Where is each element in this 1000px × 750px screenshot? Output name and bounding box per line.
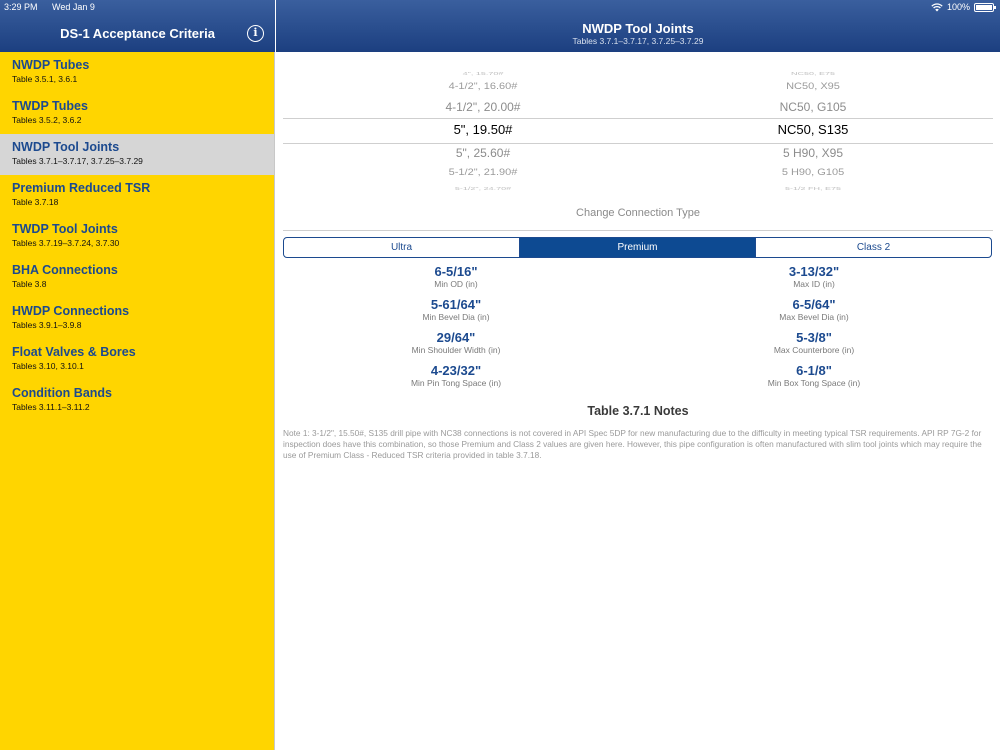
sidebar-item-title: TWDP Tool Joints — [12, 222, 118, 236]
picker-size-option[interactable]: 4-1/2", 20.00# — [393, 100, 573, 114]
picker-size-option[interactable]: 5-1/2", 21.90# — [393, 168, 573, 178]
value-label: Min Box Tong Space (in) — [767, 378, 861, 388]
picker-row[interactable]: 4", 15.70# NC50, E75 — [283, 71, 993, 82]
sidebar-item-title: Premium Reduced TSR — [12, 181, 151, 195]
sidebar-item-subtitle: Tables 3.10, 3.10.1 — [12, 361, 84, 371]
value-min-shoulder-width: 29/64" Min Shoulder Width (in) — [276, 330, 636, 356]
value-label: Min OD (in) — [434, 279, 478, 289]
value-min-od: 6-5/16" Min OD (in) — [276, 264, 636, 290]
wifi-icon — [931, 2, 943, 11]
picker-selection-line-bottom — [283, 143, 993, 144]
value-label: Min Bevel Dia (in) — [422, 312, 490, 322]
status-date: Wed Jan 9 — [52, 2, 95, 12]
size-connection-picker[interactable]: 4", 15.70# NC50, E75 4-1/2", 16.60# NC50… — [283, 66, 993, 192]
value-text: 6-1/8" — [796, 363, 832, 378]
sidebar-item-title: HWDP Connections — [12, 304, 130, 318]
battery-icon — [974, 2, 996, 12]
value-min-pin-tong-space: 4-23/32" Min Pin Tong Space (in) — [276, 363, 636, 389]
value-max-bevel-dia: 6-5/64" Max Bevel Dia (in) — [634, 297, 994, 323]
sidebar-item-title: NWDP Tool Joints — [12, 140, 120, 154]
divider — [283, 230, 993, 231]
picker-row[interactable]: 5", 25.60# 5 H90, X95 — [283, 146, 993, 166]
sidebar-item-twdp-tool-joints[interactable]: TWDP Tool Joints Tables 3.7.19–3.7.24, 3… — [0, 216, 274, 257]
value-text: 6-5/16" — [434, 264, 478, 279]
picker-size-selected[interactable]: 5", 19.50# — [393, 122, 573, 137]
info-icon[interactable]: i — [247, 25, 264, 42]
battery-percent: 100% — [946, 2, 970, 12]
picker-size-option[interactable]: 4-1/2", 16.60# — [393, 82, 573, 92]
picker-connection-option[interactable]: 5 H90, G105 — [723, 168, 903, 178]
picker-size-option[interactable]: 4", 15.70# — [393, 71, 573, 77]
value-text: 29/64" — [436, 330, 476, 345]
segment-premium[interactable]: Premium — [520, 238, 756, 257]
sidebar-item-title: Condition Bands — [12, 386, 112, 400]
picker-selection-line-top — [283, 118, 993, 119]
sidebar-list: NWDP Tubes Table 3.5.1, 3.6.1 TWDP Tubes… — [0, 52, 274, 421]
notes-title: Table 3.7.1 Notes — [587, 404, 689, 418]
picker-connection-option[interactable]: NC50, E75 — [723, 71, 903, 77]
sidebar-item-subtitle: Tables 3.9.1–3.9.8 — [12, 320, 82, 330]
picker-row[interactable]: 4-1/2", 20.00# NC50, G105 — [283, 100, 993, 120]
page-title: NWDP Tool Joints — [582, 21, 694, 36]
sidebar-item-float-valves[interactable]: Float Valves & Bores Tables 3.10, 3.10.1 — [0, 339, 274, 380]
sidebar-item-nwdp-tool-joints[interactable]: NWDP Tool Joints Tables 3.7.1–3.7.17, 3.… — [0, 134, 274, 175]
picker-row[interactable]: 4-1/2", 16.60# NC50, X95 — [283, 82, 993, 99]
segment-class-2[interactable]: Class 2 — [756, 238, 991, 257]
value-label: Max Bevel Dia (in) — [779, 312, 849, 322]
value-max-id: 3-13/32" Max ID (in) — [634, 264, 994, 290]
value-min-box-tong-space: 6-1/8" Min Box Tong Space (in) — [634, 363, 994, 389]
value-text: 5-3/8" — [796, 330, 832, 345]
sidebar-item-title: TWDP Tubes — [12, 99, 88, 113]
value-max-counterbore: 5-3/8" Max Counterbore (in) — [634, 330, 994, 356]
sidebar-item-hwdp-connections[interactable]: HWDP Connections Tables 3.9.1–3.9.8 — [0, 298, 274, 339]
value-text: 6-5/64" — [792, 297, 836, 312]
picker-size-option[interactable]: 5", 25.60# — [393, 146, 573, 160]
picker-row-selected[interactable]: 5", 19.50# NC50, S135 — [283, 122, 993, 142]
sidebar-item-bha-connections[interactable]: BHA Connections Table 3.8 — [0, 257, 274, 298]
value-label: Max ID (in) — [793, 279, 835, 289]
value-min-bevel-dia: 5-61/64" Min Bevel Dia (in) — [276, 297, 636, 323]
value-text: 3-13/32" — [788, 264, 840, 279]
sidebar-item-title: BHA Connections — [12, 263, 118, 277]
picker-row[interactable]: 5-1/2", 21.90# 5 H90, G105 — [283, 168, 993, 185]
sidebar-item-premium-reduced-tsr[interactable]: Premium Reduced TSR Table 3.7.18 — [0, 175, 274, 216]
picker-connection-option[interactable]: 5-1/2 FH, E75 — [723, 186, 903, 192]
value-label: Min Shoulder Width (in) — [411, 345, 501, 355]
picker-size-option[interactable]: 5-1/2", 24.70# — [393, 186, 573, 192]
value-label: Max Counterbore (in) — [773, 345, 855, 355]
change-connection-type-link[interactable]: Change Connection Type — [276, 207, 1000, 219]
sidebar-title: DS-1 Acceptance Criteria — [60, 26, 215, 41]
sidebar-item-subtitle: Tables 3.7.19–3.7.24, 3.7.30 — [12, 238, 120, 248]
sidebar-item-title: Float Valves & Bores — [12, 345, 136, 359]
sidebar-item-subtitle: Tables 3.5.2, 3.6.2 — [12, 115, 82, 125]
value-label: Min Pin Tong Space (in) — [410, 378, 502, 388]
sidebar-item-condition-bands[interactable]: Condition Bands Tables 3.11.1–3.11.2 — [0, 380, 274, 421]
picker-connection-option[interactable]: NC50, G105 — [723, 100, 903, 114]
status-bar: 3:29 PM Wed Jan 9 100% — [0, 0, 1000, 14]
segment-ultra[interactable]: Ultra — [284, 238, 520, 257]
picker-row[interactable]: 5-1/2", 24.70# 5-1/2 FH, E75 — [283, 186, 993, 193]
status-time: 3:29 PM — [4, 2, 38, 12]
sidebar-item-twdp-tubes[interactable]: TWDP Tubes Tables 3.5.2, 3.6.2 — [0, 93, 274, 134]
page-subtitle: Tables 3.7.1–3.7.17, 3.7.25–3.7.29 — [572, 36, 704, 46]
sidebar-item-subtitle: Tables 3.11.1–3.11.2 — [12, 402, 90, 412]
picker-connection-selected[interactable]: NC50, S135 — [723, 122, 903, 137]
notes-text: Note 1: 3-1/2", 15.50#, S135 drill pipe … — [283, 428, 982, 460]
sidebar-item-subtitle: Tables 3.7.1–3.7.17, 3.7.25–3.7.29 — [12, 156, 143, 166]
sidebar-item-subtitle: Table 3.7.18 — [12, 197, 59, 207]
picker-connection-option[interactable]: 5 H90, X95 — [723, 146, 903, 160]
sidebar: DS-1 Acceptance Criteria i NWDP Tubes Ta… — [0, 0, 275, 750]
value-text: 4-23/32" — [430, 363, 482, 378]
sidebar-item-title: NWDP Tubes — [12, 58, 90, 72]
picker-connection-option[interactable]: NC50, X95 — [723, 82, 903, 92]
value-text: 5-61/64" — [430, 297, 482, 312]
sidebar-item-nwdp-tubes[interactable]: NWDP Tubes Table 3.5.1, 3.6.1 — [0, 52, 274, 93]
sidebar-item-subtitle: Table 3.5.1, 3.6.1 — [12, 74, 78, 84]
class-segmented-control[interactable]: Ultra Premium Class 2 — [283, 237, 992, 258]
sidebar-item-subtitle: Table 3.8 — [12, 279, 47, 289]
